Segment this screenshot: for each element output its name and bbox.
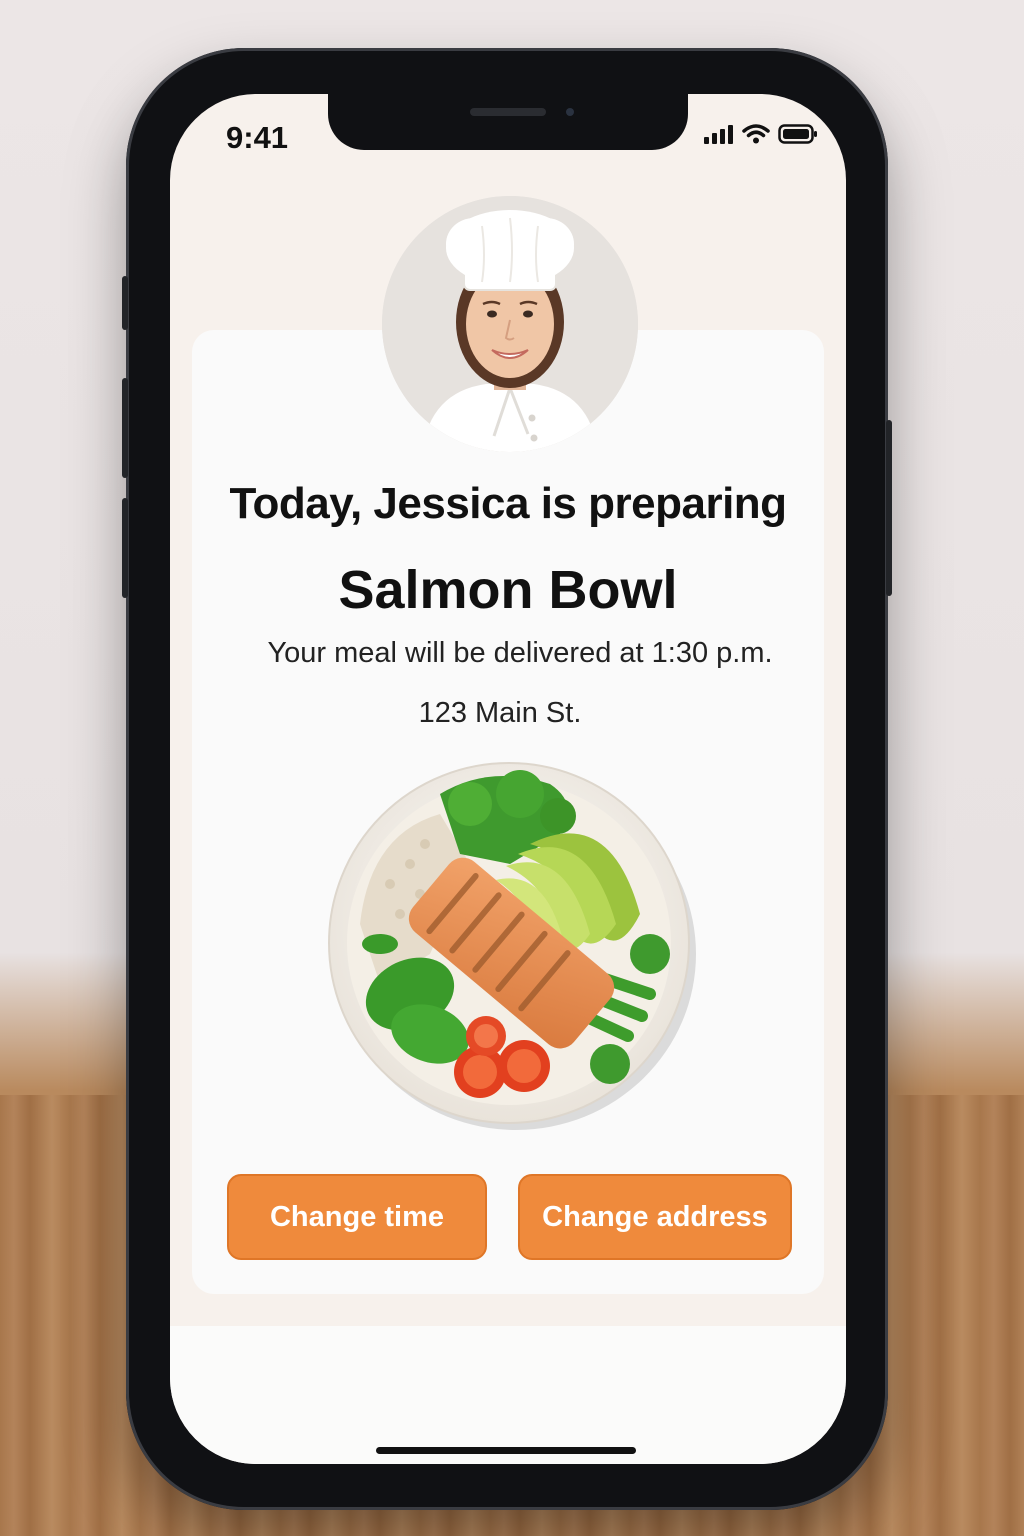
wifi-icon bbox=[742, 124, 770, 144]
salmon-bowl-image bbox=[328, 762, 696, 1130]
battery-icon bbox=[778, 124, 817, 144]
delivery-address: 123 Main St. bbox=[418, 697, 582, 729]
change-address-button[interactable]: Change address bbox=[518, 1174, 792, 1260]
status-time: 9:41 bbox=[226, 120, 289, 155]
home-indicator[interactable] bbox=[376, 1447, 636, 1454]
order-title: Today, Jessica is preparing bbox=[229, 479, 787, 528]
front-camera bbox=[566, 108, 574, 116]
notch bbox=[328, 94, 688, 150]
speaker bbox=[470, 108, 546, 116]
chef-avatar bbox=[382, 196, 638, 452]
volume-up-button bbox=[122, 378, 128, 478]
delivery-time-text: Your meal will be delivered at 1:30 p.m. bbox=[267, 637, 773, 669]
mute-switch bbox=[122, 276, 128, 330]
volume-down-button bbox=[122, 498, 128, 598]
power-button bbox=[886, 420, 892, 596]
chef-portrait-icon bbox=[382, 196, 638, 452]
cellular-signal-icon bbox=[704, 125, 733, 144]
change-time-button[interactable]: Change time bbox=[227, 1174, 487, 1260]
phone-screen: 9:41 Today, Jessica is preparing Salmon … bbox=[170, 94, 846, 1464]
bottom-area bbox=[170, 1326, 846, 1464]
status-icons bbox=[704, 124, 818, 144]
dish-name: Salmon Bowl bbox=[338, 560, 678, 620]
